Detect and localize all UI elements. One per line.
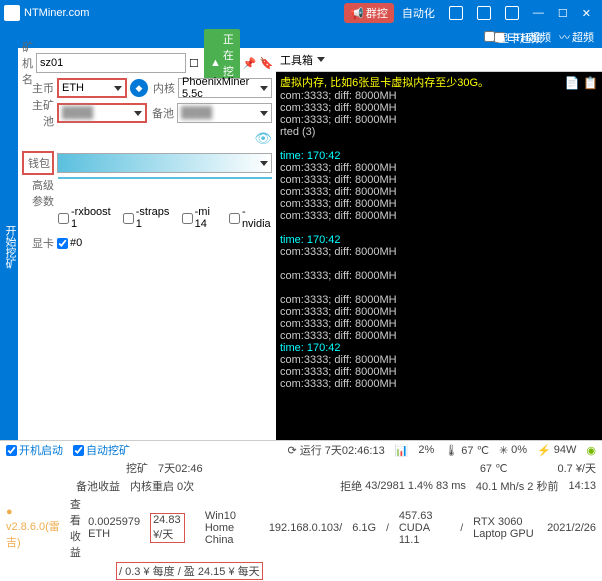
toolbox-caret[interactable] xyxy=(317,57,325,62)
console-line: com:3333; diff: 8000MH xyxy=(280,366,598,378)
console-line xyxy=(280,222,598,234)
console-line: com:3333; diff: 8000MH xyxy=(280,198,598,210)
os-info: Win10 Home China xyxy=(205,510,259,546)
minimize-button[interactable]: — xyxy=(527,5,550,21)
hashrate: 40.1 Mh/s 2 秒前 xyxy=(476,478,559,494)
boot-checkbox[interactable]: 开机启动 xyxy=(6,442,63,458)
right-panel: 工具箱 📄 📋 虚拟内存, 比如6张显卡虚拟内存至少30G。 com:3333;… xyxy=(276,48,602,440)
runtime: ⟳运行 7天02:46:13 xyxy=(288,442,385,458)
version: ● v2.8.6.0(雷吉) xyxy=(6,506,60,550)
console-line xyxy=(280,258,598,270)
list-icon[interactable] xyxy=(471,4,497,22)
console-line: time: 170:42 xyxy=(280,150,598,162)
console-line: com:3333; diff: 8000MH xyxy=(280,102,598,114)
console-line: com:3333; diff: 8000MH xyxy=(280,378,598,390)
console-line: com:3333; diff: 8000MH xyxy=(280,114,598,126)
toolbox-label: 工具箱 xyxy=(280,52,313,68)
fan: ✳0% xyxy=(499,444,527,457)
console-line: com:3333; diff: 8000MH xyxy=(280,330,598,342)
console-line: com:3333; diff: 8000MH xyxy=(280,210,598,222)
console-line: time: 170:42 xyxy=(280,234,598,246)
date-info: 2021/2/26 xyxy=(547,522,596,534)
console-line: time: 170:42 xyxy=(280,342,598,354)
opt-rxboost[interactable]: -rxboost 1 xyxy=(58,206,117,230)
automation-button[interactable]: 自动化 xyxy=(396,3,441,23)
console-actions[interactable]: 📄 📋 xyxy=(565,76,598,90)
pool2-label: 备池 xyxy=(150,105,174,121)
clock-time: 14:13 xyxy=(568,480,596,492)
coin-select[interactable]: ETH xyxy=(57,78,127,98)
eth-icon: ◆ xyxy=(130,79,148,97)
console-line: com:3333; diff: 8000MH xyxy=(280,162,598,174)
gpu-label: 显卡 xyxy=(22,235,54,251)
card-overclock-checkbox[interactable]: 显卡超频 xyxy=(484,30,542,46)
nvidia-icon: ◉ xyxy=(586,444,596,457)
pool-select[interactable]: ████ xyxy=(57,103,147,123)
view-income: 查看收益 0.0025979 ETH xyxy=(70,496,140,560)
cuda-info: 457.63 CUDA 11.1 xyxy=(399,510,450,546)
profit-calc: / 0.3 ¥ 每度 / 盈 24.15 ¥ 每天 xyxy=(116,562,263,580)
opt-nvidia[interactable]: -nvidia xyxy=(229,206,272,230)
income-per-day: 24.83 ¥/天 xyxy=(150,513,185,543)
console-line: com:3333; diff: 8000MH xyxy=(280,354,598,366)
bookmark-icon[interactable]: 🔖 xyxy=(260,57,274,70)
card-icon[interactable] xyxy=(499,4,525,22)
pool-label: 主矿池 xyxy=(22,97,54,129)
ip-info: 192.168.0.103/ xyxy=(269,522,342,534)
backup-income: 备池收益 xyxy=(76,478,120,494)
machine-input[interactable] xyxy=(36,53,186,73)
console: 📄 📋 虚拟内存, 比如6张显卡虚拟内存至少30G。 com:3333; dif… xyxy=(276,72,602,440)
overclock-button[interactable]: 〰超频 xyxy=(559,29,594,45)
console-line: com:3333; diff: 8000MH xyxy=(280,186,598,198)
console-line: com:3333; diff: 8000MH xyxy=(280,246,598,258)
config-panel: 矿机名 ☐ ▲正在挖矿 📌 🔖 主币 ETH ◆ 内核 PhoenixMiner… xyxy=(18,48,276,440)
titlebar: NTMiner.com 📢群控 自动化 — ☐ ✕ xyxy=(0,0,602,26)
console-line xyxy=(280,282,598,294)
wallet-select[interactable] xyxy=(57,153,272,173)
stats-icon[interactable]: 📊 xyxy=(395,444,409,457)
app-logo xyxy=(4,5,20,21)
opt-straps[interactable]: -straps 1 xyxy=(123,206,176,230)
rate: 2% xyxy=(418,444,434,456)
console-warning: 虚拟内存, 比如6张显卡虚拟内存至少30G。 xyxy=(280,74,598,90)
automine-checkbox[interactable]: 自动挖矿 xyxy=(73,442,130,458)
console-line: rted (3) xyxy=(280,126,598,138)
console-line: com:3333; diff: 8000MH xyxy=(280,294,598,306)
close-button[interactable]: ✕ xyxy=(576,5,597,22)
kernel-restart: 内核重启 0次 xyxy=(130,478,194,494)
pin-icon[interactable]: 📌 xyxy=(243,57,257,70)
pool2-select[interactable]: ████ xyxy=(177,103,272,123)
wallet-label: 钱包 xyxy=(22,151,54,175)
footer: 开机启动 自动挖矿 ⟳运行 7天02:46:13 📊 2% 🌡67 ℃ ✳0% … xyxy=(0,440,602,500)
kernel-label: 内核 xyxy=(151,80,175,96)
eye-icon[interactable]: 👁 xyxy=(254,130,272,147)
gpu-info: RTX 3060 Laptop GPU xyxy=(473,516,537,540)
console-line: com:3333; diff: 8000MH xyxy=(280,174,598,186)
coin-label: 主币 xyxy=(22,80,54,96)
power: ⚡94W xyxy=(537,444,576,457)
sidebar-start-mining[interactable]: 开始挖矿 xyxy=(0,48,18,440)
grid-icon[interactable] xyxy=(443,4,469,22)
wallet-underline xyxy=(58,177,272,179)
group-control-button[interactable]: 📢群控 xyxy=(344,3,394,23)
console-line: com:3333; diff: 8000MH xyxy=(280,306,598,318)
console-line: com:3333; diff: 8000MH xyxy=(280,270,598,282)
kernel-select[interactable]: PhoenixMiner 5.5c xyxy=(178,78,272,98)
adv-label: 高级参数 xyxy=(22,177,54,209)
app-title: NTMiner.com xyxy=(24,7,343,19)
disk-info: 6.1G xyxy=(352,522,376,534)
temperature: 🌡67 ℃ xyxy=(444,444,489,457)
opt-mi[interactable]: -mi 14 xyxy=(182,206,223,230)
console-line: com:3333; diff: 8000MH xyxy=(280,90,598,102)
gpu-checkbox[interactable]: #0 xyxy=(57,237,82,249)
console-line: com:3333; diff: 8000MH xyxy=(280,318,598,330)
reject-stats: 拒绝 43/2981 1.4% 83 ms xyxy=(340,478,466,494)
console-line xyxy=(280,138,598,150)
maximize-button[interactable]: ☐ xyxy=(552,5,574,22)
